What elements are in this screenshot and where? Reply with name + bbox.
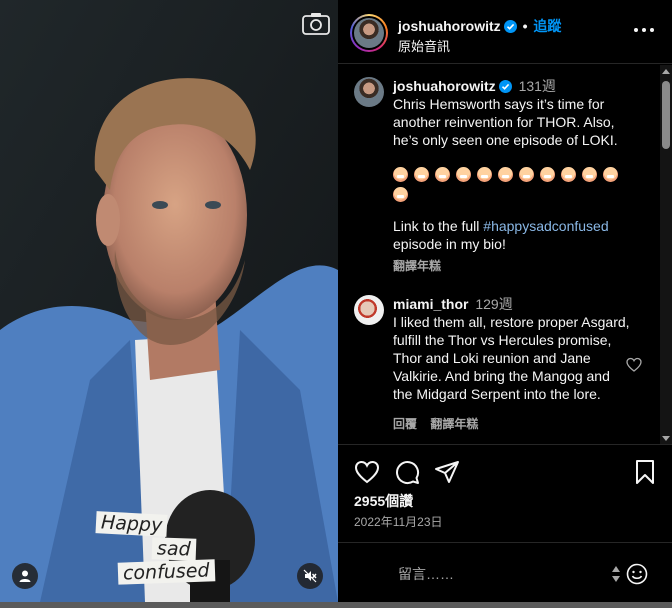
- comments-list[interactable]: joshuahorowitz 131週 Chris Hemsworth says…: [338, 65, 672, 445]
- post-header: joshuahorowitz • 追蹤 原始音訊: [338, 0, 672, 64]
- follow-button[interactable]: 追蹤: [533, 18, 561, 34]
- grimace-emoji: [498, 166, 513, 182]
- comment-text: I liked them all, restore proper Asgard,…: [393, 314, 634, 402]
- caption-username[interactable]: joshuahorowitz: [393, 78, 496, 94]
- caption-link-suffix: episode in my bio!: [393, 236, 506, 252]
- comment-translate-link[interactable]: 翻譯年糕: [430, 417, 478, 431]
- author-username[interactable]: joshuahorowitz: [398, 18, 501, 34]
- camera-icon[interactable]: [301, 10, 331, 36]
- grimace-emoji: [561, 166, 576, 182]
- window-bottom-edge: [0, 602, 672, 608]
- grimace-emoji: [456, 166, 471, 182]
- input-spinner-icon[interactable]: [611, 563, 621, 585]
- mute-button[interactable]: [297, 563, 323, 589]
- scrollbar-thumb[interactable]: [662, 81, 670, 149]
- caption-time: 131週: [518, 78, 556, 94]
- caption-line-confused: confused: [117, 559, 215, 585]
- scroll-down-icon[interactable]: [662, 433, 670, 443]
- grimace-emoji: [582, 166, 597, 182]
- comment-username[interactable]: miami_thor: [393, 296, 468, 312]
- caption-line-sad: sad: [151, 537, 196, 561]
- grimace-emoji: [393, 166, 408, 182]
- scroll-up-icon[interactable]: [662, 67, 670, 77]
- grimace-emoji: [435, 166, 450, 182]
- caption-text: Chris Hemsworth says it’s time for anoth…: [393, 96, 619, 148]
- post-media[interactable]: Happy sad confused: [0, 0, 338, 602]
- grimace-emoji: [393, 186, 408, 202]
- heart-icon[interactable]: [354, 459, 380, 485]
- comment-composer: [338, 542, 672, 602]
- user-tag-icon: [19, 570, 31, 582]
- post-side-panel: joshuahorowitz • 追蹤 原始音訊 joshuahorowitz …: [338, 0, 672, 602]
- send-icon[interactable]: [434, 459, 460, 485]
- user-tag-button[interactable]: [12, 563, 38, 589]
- video-caption-sticker: Happy sad confused: [90, 510, 250, 590]
- more-icon[interactable]: [632, 24, 656, 36]
- like-count[interactable]: 2955個讚: [354, 491, 413, 511]
- reply-link[interactable]: 回覆: [393, 417, 417, 431]
- translate-link[interactable]: 翻譯年糕: [393, 259, 441, 273]
- comment-avatar[interactable]: [354, 295, 384, 325]
- bookmark-icon[interactable]: [632, 459, 658, 485]
- comment-like-icon[interactable]: [626, 357, 642, 373]
- grimace-emoji: [540, 166, 555, 182]
- author-avatar[interactable]: [350, 14, 388, 52]
- post-actions: 2955個讚 2022年11月23日: [338, 446, 672, 542]
- comment-time: 129週: [475, 296, 513, 312]
- grimace-emoji: [477, 166, 492, 182]
- emoji-row: [393, 163, 633, 203]
- grimace-emoji: [519, 166, 534, 182]
- verified-badge-icon: [503, 20, 517, 33]
- audio-label[interactable]: 原始音訊: [398, 36, 450, 55]
- verified-badge-icon: [498, 80, 512, 93]
- grimace-emoji: [414, 166, 429, 182]
- caption-link-prefix: Link to the full: [393, 218, 484, 234]
- comment-icon[interactable]: [394, 459, 420, 485]
- mute-icon: [303, 569, 317, 583]
- caption-line-happy: Happy: [95, 511, 168, 537]
- grimace-emoji: [603, 166, 618, 182]
- hashtag-link[interactable]: #happysadconfused: [483, 218, 608, 234]
- header-separator: •: [522, 18, 528, 34]
- caption-avatar[interactable]: [354, 77, 384, 107]
- comments-scrollbar[interactable]: [660, 65, 672, 444]
- post-date: 2022年11月23日: [354, 515, 443, 529]
- comment-input[interactable]: [398, 563, 608, 585]
- emoji-picker-icon[interactable]: [626, 563, 648, 585]
